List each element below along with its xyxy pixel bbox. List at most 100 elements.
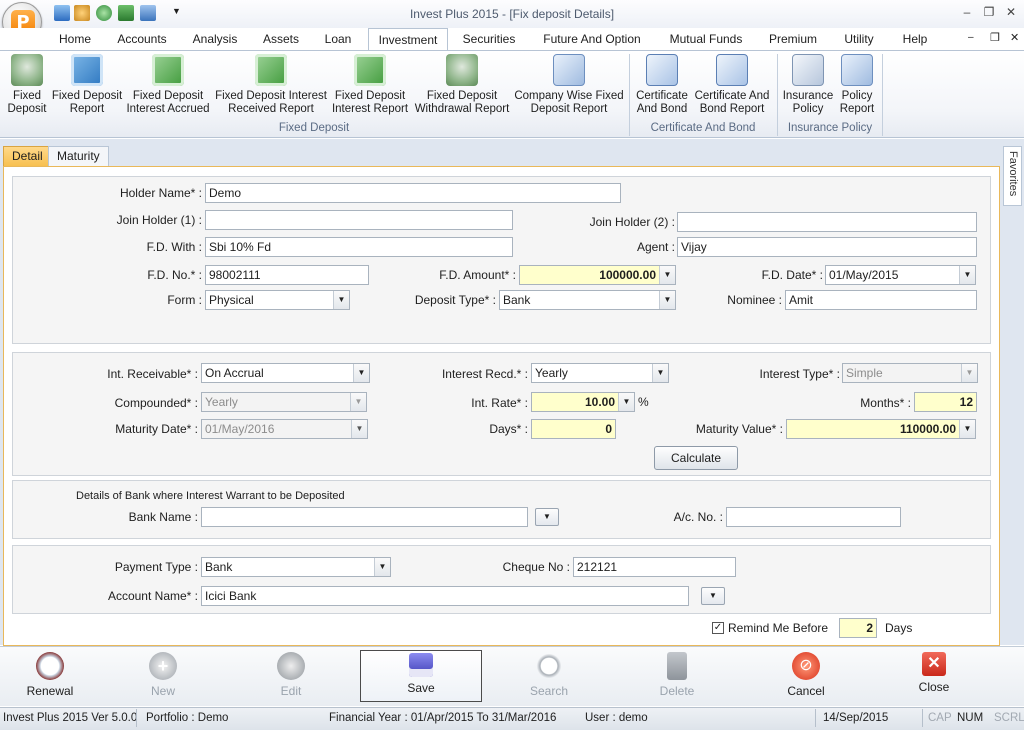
close-window-icon[interactable]: ✕ — [1002, 4, 1020, 20]
fd-interest-report-button[interactable]: Fixed Deposit Interest Report — [330, 54, 410, 116]
agent-field[interactable]: Vijay — [677, 237, 977, 257]
account-name-field[interactable]: Icici Bank — [201, 586, 689, 606]
search-button[interactable]: Search — [499, 650, 599, 702]
chevron-down-icon[interactable]: ▼ — [959, 266, 975, 284]
certificate-bond-report-button[interactable]: Certificate And Bond Report — [692, 54, 772, 116]
maturity-value-field[interactable]: 110000.00 ▼ — [786, 419, 976, 439]
ac-no-field[interactable] — [726, 507, 901, 527]
insurance-policy-button[interactable]: Insurance Policy — [780, 54, 836, 116]
days-field[interactable]: 0 — [531, 419, 616, 439]
ribbon-minimize-icon[interactable]: – — [968, 32, 974, 43]
tab-home[interactable]: Home — [50, 28, 100, 50]
close-label: Close — [918, 680, 950, 694]
join-holder-2-field[interactable] — [677, 212, 977, 232]
holder-name-field[interactable]: Demo — [205, 183, 621, 203]
cheque-no-field[interactable]: 212121 — [573, 557, 736, 577]
status-num: NUM — [957, 712, 984, 724]
fd-no-field[interactable]: 98002111 — [205, 265, 369, 285]
chevron-down-icon[interactable]: ▼ — [659, 266, 675, 284]
tab-assets[interactable]: Assets — [256, 28, 306, 50]
fixed-deposit-report-button[interactable]: Fixed Deposit Report — [50, 54, 124, 116]
months-field[interactable]: 12 — [914, 392, 977, 412]
tab-investment[interactable]: Investment — [368, 28, 448, 51]
fd-interest-received-report-button[interactable]: Fixed Deposit Interest Received Report — [212, 54, 330, 116]
remind-checkbox[interactable]: ✓ — [712, 622, 724, 634]
new-button[interactable]: + New — [113, 650, 213, 702]
fd-with-field[interactable]: Sbi 10% Fd — [205, 237, 513, 257]
tab-accounts[interactable]: Accounts — [108, 28, 176, 50]
report-icon — [553, 54, 585, 86]
payment-type-select[interactable]: Bank ▼ — [201, 557, 391, 577]
bank-name-dropdown-button[interactable]: ▼ — [535, 508, 559, 526]
save-button[interactable]: Save — [360, 650, 482, 702]
certificate-and-bond-button[interactable]: Certificate And Bond — [632, 54, 692, 116]
account-name-dropdown-button[interactable]: ▼ — [701, 587, 725, 605]
restore-icon[interactable]: ❐ — [980, 4, 998, 20]
chevron-down-icon[interactable]: ▼ — [350, 393, 366, 411]
deposit-type-select[interactable]: Bank ▼ — [499, 290, 676, 310]
chevron-down-icon[interactable]: ▼ — [333, 291, 349, 309]
policy-report-icon — [841, 54, 873, 86]
fd-date-picker[interactable]: 01/May/2015 ▼ — [825, 265, 976, 285]
chevron-down-icon[interactable]: ▼ — [353, 364, 369, 382]
maturity-date-picker[interactable]: 01/May/2016 ▼ — [201, 419, 368, 439]
fd-amount-field[interactable]: 100000.00 ▼ — [519, 265, 676, 285]
cancel-button[interactable]: ⊘ Cancel — [756, 650, 856, 702]
tab-maturity[interactable]: Maturity — [48, 146, 109, 166]
remind-days-field[interactable]: 2 — [839, 618, 877, 638]
chevron-down-icon[interactable]: ▼ — [959, 420, 975, 438]
join-holder-1-label: Join Holder (1) : — [116, 213, 202, 227]
chevron-down-icon[interactable]: ▼ — [652, 364, 668, 382]
int-rate-field[interactable]: 10.00 ▼ — [531, 392, 635, 412]
fixed-deposit-label: Fixed Deposit — [7, 90, 47, 115]
tab-utility[interactable]: Utility — [834, 28, 884, 50]
interest-recd-value: Yearly — [535, 366, 568, 380]
chevron-down-icon[interactable]: ▼ — [659, 291, 675, 309]
fd-withdrawal-report-button[interactable]: Fixed Deposit Withdrawal Report — [410, 54, 514, 116]
form-value: Physical — [209, 293, 254, 307]
interest-recd-select[interactable]: Yearly ▼ — [531, 363, 669, 383]
close-button[interactable]: ✕ Close — [884, 650, 984, 702]
join-holder-2-label: Join Holder (2) : — [589, 215, 675, 229]
chevron-down-icon[interactable]: ▼ — [618, 393, 634, 411]
tab-help[interactable]: Help — [894, 28, 936, 50]
tab-detail[interactable]: Detail — [3, 146, 52, 166]
pencil-icon — [277, 652, 305, 680]
policy-report-button[interactable]: Policy Report — [836, 54, 878, 116]
calculator-icon — [152, 54, 184, 86]
bank-name-field[interactable] — [201, 507, 528, 527]
chevron-down-icon[interactable]: ▼ — [374, 558, 390, 576]
nominee-field[interactable]: Amit — [785, 290, 977, 310]
compounded-select[interactable]: Yearly ▼ — [201, 392, 367, 412]
fixed-deposit-button[interactable]: Fixed Deposit — [4, 54, 50, 116]
tab-future-and-option[interactable]: Future And Option — [534, 28, 650, 50]
ribbon-close-icon[interactable]: ✕ — [1010, 31, 1019, 44]
join-holder-1-field[interactable] — [205, 210, 513, 230]
interest-type-select[interactable]: Simple ▼ — [842, 363, 978, 383]
edit-label: Edit — [280, 684, 302, 698]
tab-securities[interactable]: Securities — [456, 28, 522, 50]
status-cap: CAP — [928, 712, 952, 724]
renewal-button[interactable]: Renewal — [0, 650, 100, 702]
favorites-sidebar[interactable]: Favorites — [1003, 146, 1022, 206]
form-select[interactable]: Physical ▼ — [205, 290, 350, 310]
company-wise-fd-report-button[interactable]: Company Wise Fixed Deposit Report — [514, 54, 624, 116]
ribbon-restore-icon[interactable]: ❐ — [990, 31, 1000, 44]
minimize-icon[interactable]: – — [958, 4, 976, 20]
holder-name-label: Holder Name* : — [119, 186, 202, 200]
chevron-down-icon[interactable]: ▼ — [351, 420, 367, 438]
maturity-date-label: Maturity Date* : — [115, 422, 198, 436]
calculate-button[interactable]: Calculate — [654, 446, 738, 470]
tab-premium[interactable]: Premium — [762, 28, 824, 50]
delete-button[interactable]: Delete — [627, 650, 727, 702]
fd-interest-accrued-button[interactable]: Fixed Deposit Interest Accrued — [124, 54, 212, 116]
int-receivable-select[interactable]: On Accrual ▼ — [201, 363, 370, 383]
fd-interest-received-report-label: Fixed Deposit Interest Received Report — [215, 90, 327, 115]
tab-mutual-funds[interactable]: Mutual Funds — [660, 28, 752, 50]
edit-button[interactable]: Edit — [241, 650, 341, 702]
status-separator — [815, 709, 816, 727]
tab-analysis[interactable]: Analysis — [184, 28, 246, 50]
chevron-down-icon[interactable]: ▼ — [961, 364, 977, 382]
withdrawal-icon — [446, 54, 478, 86]
tab-loan[interactable]: Loan — [316, 28, 360, 50]
